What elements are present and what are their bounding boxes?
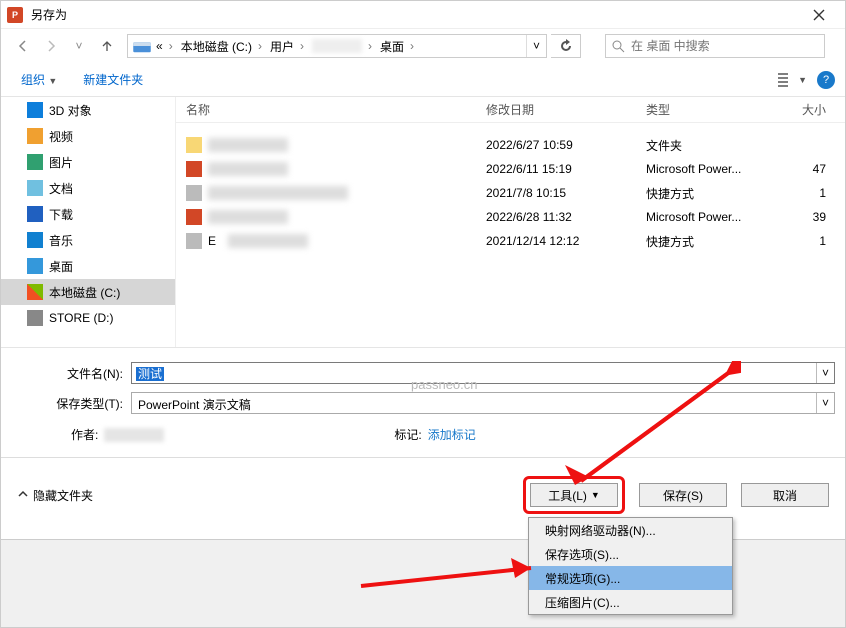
recent-dropdown[interactable]: ˅ xyxy=(67,34,91,58)
sidebar-pictures[interactable]: 图片 xyxy=(1,149,175,175)
sidebar-downloads[interactable]: 下载 xyxy=(1,201,175,227)
path-prefix[interactable]: « xyxy=(156,39,177,53)
titlebar: 另存为 xyxy=(1,1,845,29)
file-row[interactable]: 2022/6/28 11:32 Microsoft Power... 39 xyxy=(176,205,845,229)
sidebar-3dobjects[interactable]: 3D 对象 xyxy=(1,97,175,123)
filename-value[interactable]: 测试 xyxy=(136,367,164,381)
main-area: 3D 对象 视频 图片 文档 下载 音乐 桌面 本地磁盘 (C:) STORE … xyxy=(1,97,845,347)
organize-button[interactable]: 组织 ▼ xyxy=(11,67,67,92)
sidebar-drive-d[interactable]: STORE (D:) xyxy=(1,305,175,331)
window-title: 另存为 xyxy=(31,6,67,23)
filename-dropdown[interactable]: ˅ xyxy=(816,363,834,383)
chevron-down-icon xyxy=(17,489,29,501)
sidebar-desktop[interactable]: 桌面 xyxy=(1,253,175,279)
sidebar-videos[interactable]: 视频 xyxy=(1,123,175,149)
menu-general-options[interactable]: 常规选项(G)... xyxy=(529,566,732,590)
search-input[interactable] xyxy=(631,39,818,53)
file-row[interactable]: 2022/6/27 10:59 文件夹 xyxy=(176,133,845,157)
sidebar-documents[interactable]: 文档 xyxy=(1,175,175,201)
refresh-button[interactable] xyxy=(551,34,581,58)
tools-menu: 映射网络驱动器(N)... 保存选项(S)... 常规选项(G)... 压缩图片… xyxy=(528,517,733,615)
save-form: 文件名(N): 测试 ˅ 保存类型(T): PowerPoint 演示文稿 ˅ … xyxy=(1,347,845,457)
up-button[interactable] xyxy=(95,34,119,58)
col-name[interactable]: 名称 xyxy=(176,101,476,118)
newfolder-button[interactable]: 新建文件夹 xyxy=(73,67,153,92)
file-row[interactable]: E 2021/12/14 12:12 快捷方式 1 xyxy=(176,229,845,253)
tag-value[interactable]: 添加标记 xyxy=(428,426,476,443)
save-button[interactable]: 保存(S) xyxy=(639,483,727,507)
filetype-dropdown[interactable]: ˅ xyxy=(816,393,834,413)
filename-input-wrap[interactable]: 测试 ˅ xyxy=(131,362,835,384)
path-seg-user[interactable] xyxy=(308,39,376,53)
sidebar-drive-c[interactable]: 本地磁盘 (C:) xyxy=(1,279,175,305)
file-row[interactable]: 2022/6/11 15:19 Microsoft Power... 47 xyxy=(176,157,845,181)
tools-button[interactable]: 工具(L)▼ xyxy=(530,483,618,507)
path-seg-users[interactable]: 用户 xyxy=(266,38,308,55)
tag-label: 标记: xyxy=(394,426,421,443)
breadcrumb[interactable]: « 本地磁盘 (C:) 用户 桌面 ˅ xyxy=(127,34,547,58)
watermark: passneo.cn xyxy=(411,377,478,392)
author-value[interactable] xyxy=(104,428,164,442)
file-list-header: 名称 修改日期 类型 大小 xyxy=(176,97,845,123)
hide-folders-button[interactable]: 隐藏文件夹 xyxy=(17,487,93,504)
menu-save-options[interactable]: 保存选项(S)... xyxy=(529,542,732,566)
ppt-icon xyxy=(186,209,202,225)
sidebar-music[interactable]: 音乐 xyxy=(1,227,175,253)
close-button[interactable] xyxy=(799,1,839,29)
filetype-select[interactable]: PowerPoint 演示文稿 ˅ xyxy=(131,392,835,414)
help-button[interactable]: ? xyxy=(817,71,835,89)
menu-compress[interactable]: 压缩图片(C)... xyxy=(529,590,732,614)
shortcut-icon xyxy=(186,233,202,249)
menu-map-drive[interactable]: 映射网络驱动器(N)... xyxy=(529,518,732,542)
powerpoint-icon xyxy=(7,7,23,23)
path-seg-desktop[interactable]: 桌面 xyxy=(376,38,418,55)
filetype-label: 保存类型(T): xyxy=(56,397,123,411)
file-row[interactable]: 2021/7/8 10:15 快捷方式 1 xyxy=(176,181,845,205)
col-date[interactable]: 修改日期 xyxy=(476,101,636,118)
forward-button[interactable] xyxy=(39,34,63,58)
filename-label: 文件名(N): xyxy=(67,367,123,381)
col-type[interactable]: 类型 xyxy=(636,101,786,118)
author-label: 作者: xyxy=(71,426,98,443)
shortcut-icon xyxy=(186,185,202,201)
path-seg-drive[interactable]: 本地磁盘 (C:) xyxy=(177,38,266,55)
search-icon xyxy=(612,40,625,53)
filetype-value: PowerPoint 演示文稿 xyxy=(132,393,816,413)
path-dropdown[interactable]: ˅ xyxy=(526,35,546,57)
file-list: 名称 修改日期 类型 大小 2022/6/27 10:59 文件夹 2022/6… xyxy=(176,97,845,347)
back-button[interactable] xyxy=(11,34,35,58)
folder-icon xyxy=(186,137,202,153)
navbar: ˅ « 本地磁盘 (C:) 用户 桌面 ˅ xyxy=(1,29,845,63)
sidebar: 3D 对象 视频 图片 文档 下载 音乐 桌面 本地磁盘 (C:) STORE … xyxy=(1,97,176,347)
drive-icon xyxy=(132,36,152,56)
view-button[interactable]: ▼ xyxy=(778,73,807,87)
col-size[interactable]: 大小 xyxy=(786,101,836,118)
search-box[interactable] xyxy=(605,34,825,58)
cancel-button[interactable]: 取消 xyxy=(741,483,829,507)
ppt-icon xyxy=(186,161,202,177)
tools-highlight: 工具(L)▼ xyxy=(523,476,625,514)
toolbar: 组织 ▼ 新建文件夹 ▼ ? xyxy=(1,63,845,97)
